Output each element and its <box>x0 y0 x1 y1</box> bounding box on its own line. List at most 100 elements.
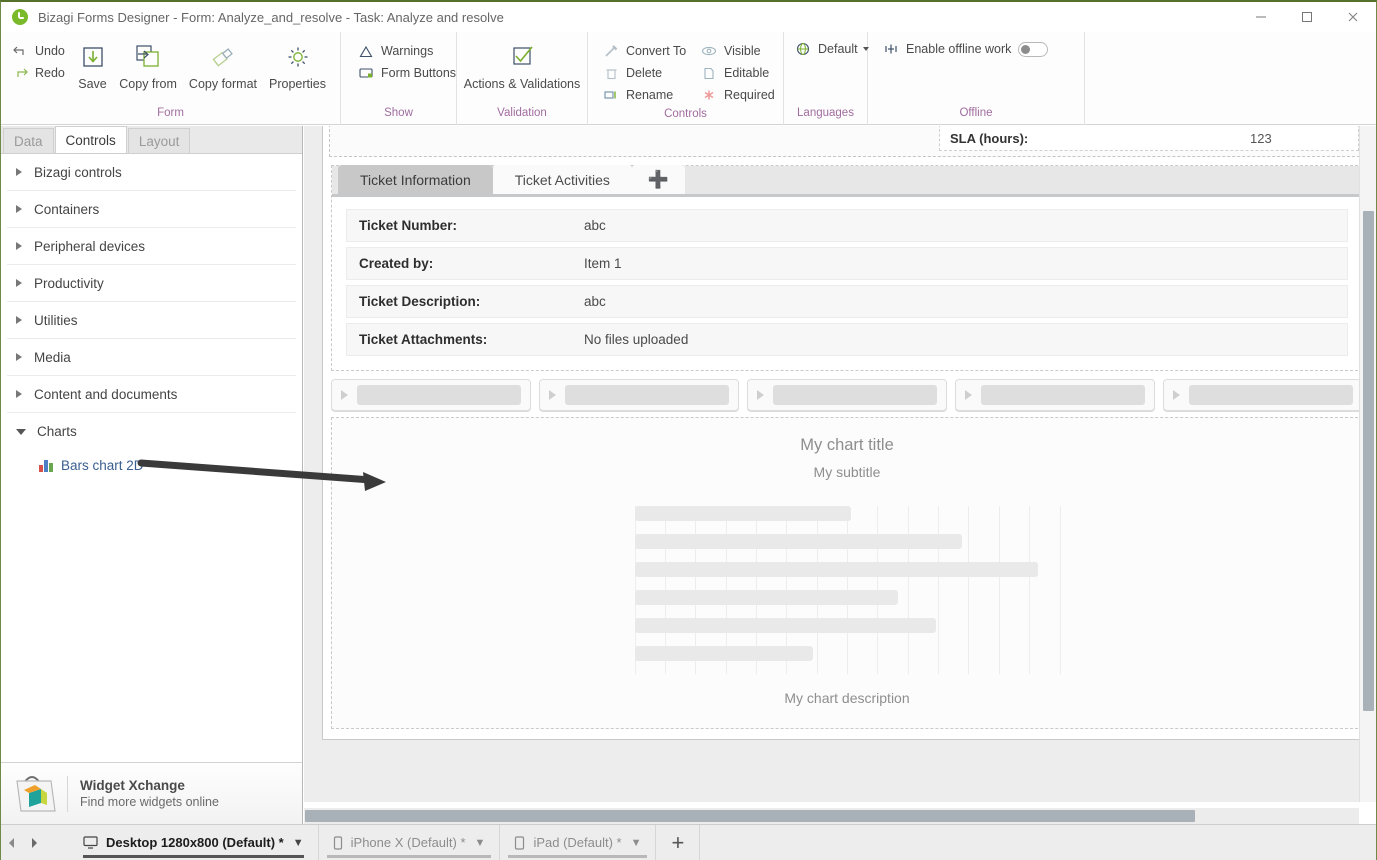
bizagi-logo-icon <box>12 9 28 25</box>
vertical-scrollbar-thumb[interactable] <box>1363 211 1374 711</box>
horizontal-scrollbar[interactable] <box>304 808 1359 824</box>
delete-button[interactable]: Delete <box>600 62 692 84</box>
chevron-right-icon <box>16 353 22 361</box>
maximize-icon[interactable] <box>1284 2 1330 32</box>
play-triangle-icon <box>341 390 348 400</box>
chart-gridline <box>998 506 1000 674</box>
add-device-tab-button[interactable]: + <box>656 825 701 860</box>
chevron-down-icon[interactable]: ▼ <box>293 837 304 849</box>
tree-node-content-and-documents[interactable]: Content and documents <box>7 376 296 413</box>
delete-label: Delete <box>626 66 663 80</box>
form-buttons-label: Form Buttons <box>381 66 457 80</box>
vertical-scrollbar[interactable] <box>1359 126 1376 802</box>
device-tab-ipad[interactable]: iPad (Default) * ▼ <box>500 825 657 860</box>
enable-offline-work-toggle[interactable] <box>1018 41 1049 57</box>
tree-node-bizagi-controls[interactable]: Bizagi controls <box>7 154 296 191</box>
chevron-down-icon[interactable]: ▼ <box>631 837 642 849</box>
placeholder-button[interactable] <box>539 379 739 411</box>
eye-icon <box>700 43 718 59</box>
application-window: Bizagi Forms Designer - Form: Analyze_an… <box>0 0 1377 860</box>
sla-field[interactable]: SLA (hours): 123 <box>939 126 1359 151</box>
undo-button[interactable]: Undo <box>9 40 71 62</box>
chevron-down-icon[interactable]: ▼ <box>475 837 486 849</box>
required-button[interactable]: Required <box>698 84 783 106</box>
play-triangle-icon <box>757 390 764 400</box>
ribbon-group-offline-title: Offline <box>959 107 993 119</box>
visible-button[interactable]: Visible <box>698 40 783 62</box>
chart-bar <box>634 562 1039 577</box>
device-tab-desktop[interactable]: Desktop 1280x800 (Default) * ▼ <box>69 825 319 860</box>
ribbon-group-show-title: Show <box>384 107 413 119</box>
warnings-button[interactable]: Warnings <box>355 40 464 62</box>
tab-ticket-information[interactable]: Ticket Information <box>338 165 493 194</box>
tab-layout[interactable]: Layout <box>127 128 191 153</box>
play-triangle-icon <box>549 390 556 400</box>
close-icon[interactable] <box>1330 2 1376 32</box>
tree-node-productivity[interactable]: Productivity <box>7 265 296 302</box>
device-tab-iphone-x[interactable]: iPhone X (Default) * ▼ <box>319 825 501 860</box>
ribbon-group-controls-title: Controls <box>664 108 707 120</box>
checkmark-box-icon <box>507 40 537 74</box>
editable-button[interactable]: Editable <box>698 62 783 84</box>
table-row[interactable]: Created by: Item 1 <box>346 247 1348 280</box>
prev-arrow-icon[interactable] <box>1 825 23 860</box>
placeholder-button[interactable] <box>331 379 531 411</box>
row-value: abc <box>584 294 606 309</box>
warnings-label: Warnings <box>381 44 434 58</box>
default-language-dropdown[interactable]: Default <box>792 38 877 60</box>
plus-icon: ➕ <box>647 170 670 189</box>
tree-node-containers[interactable]: Containers <box>7 191 296 228</box>
tree-node-peripheral-devices[interactable]: Peripheral devices <box>7 228 296 265</box>
tab-data[interactable]: Data <box>3 128 54 153</box>
placeholder-button[interactable] <box>747 379 947 411</box>
widget-xchange-panel[interactable]: Widget Xchange Find more widgets online <box>1 762 303 824</box>
chart-plot-area <box>634 506 1061 674</box>
chart-gridline <box>938 506 940 674</box>
add-tab-button[interactable]: ➕ <box>631 165 686 194</box>
ribbon-group-form-title: Form <box>157 107 184 119</box>
placeholder-button[interactable] <box>1163 379 1363 411</box>
table-row[interactable]: Ticket Number: abc <box>346 209 1348 242</box>
row-label: Ticket Description: <box>359 294 481 309</box>
bars-chart-2d-widget[interactable]: My chart title My subtitle My chart desc… <box>331 417 1363 729</box>
form-buttons-icon <box>357 65 375 81</box>
horizontal-scrollbar-thumb[interactable] <box>305 810 1195 822</box>
desktop-icon <box>83 836 98 849</box>
convert-to-button[interactable]: Convert To <box>600 40 692 62</box>
divider <box>67 775 68 812</box>
properties-button[interactable]: Properties <box>263 38 332 91</box>
play-triangle-icon <box>965 390 972 400</box>
next-arrow-icon[interactable] <box>23 825 45 860</box>
form-canvas-viewport: SLA (hours): 123 Ticket Information Tick… <box>304 126 1376 802</box>
ribbon-spacer <box>1085 32 1376 125</box>
tab-ticket-activities[interactable]: Ticket Activities <box>492 165 632 194</box>
tree-node-label: Containers <box>34 201 100 217</box>
widget-xchange-title: Widget Xchange <box>80 778 185 793</box>
placeholder-button[interactable] <box>955 379 1155 411</box>
tree-item-bars-chart-2d[interactable]: Bars chart 2D <box>7 450 296 480</box>
table-row[interactable]: Ticket Attachments: No files uploaded <box>346 323 1348 356</box>
form-buttons-button[interactable]: Form Buttons <box>355 62 464 84</box>
tree-node-label: Media <box>34 349 71 365</box>
tree-node-charts[interactable]: Charts <box>7 413 296 450</box>
rename-button[interactable]: Rename <box>600 84 692 106</box>
undo-icon <box>11 43 29 59</box>
actions-validations-button[interactable]: Actions & Validations <box>458 38 587 91</box>
tree-node-media[interactable]: Media <box>7 339 296 376</box>
copy-format-button[interactable]: Copy format <box>183 38 263 91</box>
minimize-icon[interactable] <box>1238 2 1284 32</box>
rename-label: Rename <box>626 88 674 102</box>
tab-controls[interactable]: Controls <box>54 126 127 153</box>
redo-button[interactable]: Redo <box>9 62 71 84</box>
sla-label: SLA (hours): <box>950 131 1029 146</box>
enable-offline-work-label: Enable offline work <box>906 42 1012 56</box>
copy-from-button[interactable]: Copy from <box>113 38 183 91</box>
save-button[interactable]: Save <box>72 38 114 91</box>
ribbon-group-form: Undo Redo Save Copy from Copy format Pro… <box>1 32 341 125</box>
chart-bar <box>634 534 962 549</box>
editable-page-icon <box>700 65 718 81</box>
tree-node-utilities[interactable]: Utilities <box>7 302 296 339</box>
rename-icon <box>602 87 620 103</box>
table-row[interactable]: Ticket Description: abc <box>346 285 1348 318</box>
enable-offline-work-row[interactable]: Enable offline work <box>880 38 1056 60</box>
